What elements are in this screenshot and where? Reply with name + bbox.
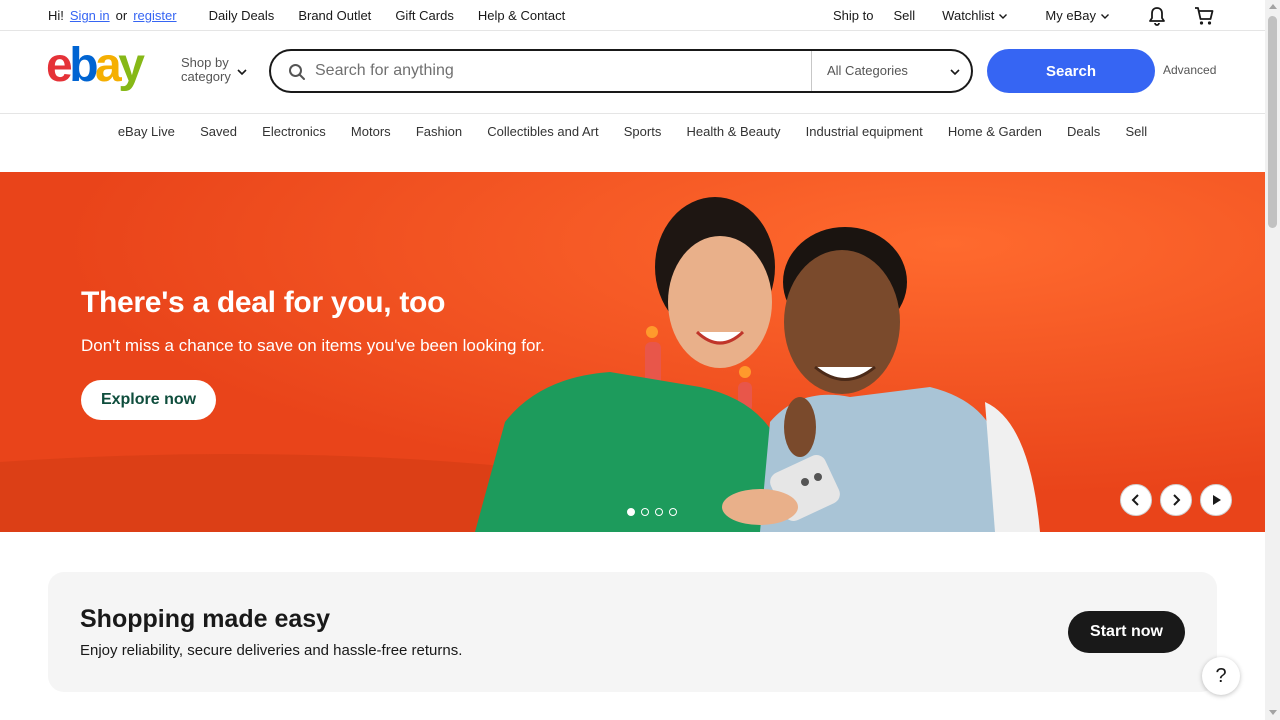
catnav-item-fashion[interactable]: Fashion [416,124,462,139]
greeting-text: Hi! [48,8,64,23]
daily-deals-link[interactable]: Daily Deals [209,8,275,23]
carousel-dot[interactable] [641,508,649,516]
carousel-play-button[interactable] [1200,484,1232,516]
explore-now-button[interactable]: Explore now [81,380,216,420]
bell-icon[interactable] [1146,5,1168,27]
catnav-item-deals[interactable]: Deals [1067,124,1100,139]
chevron-left-icon [1131,494,1139,506]
category-select[interactable]: All Categories [827,63,908,78]
search-bar: All Categories [269,49,973,93]
page-scrollbar[interactable] [1265,0,1280,720]
chevron-down-icon[interactable] [236,66,248,78]
carousel-dots [627,508,677,516]
hero-subtitle: Don't miss a chance to save on items you… [81,336,545,355]
carousel-dot[interactable] [627,508,635,516]
sign-in-link[interactable]: Sign in [70,8,110,23]
top-left-links: Hi! Sign in or register Daily Deals Bran… [48,0,565,31]
scroll-thumb[interactable] [1268,16,1277,228]
search-button[interactable]: Search [987,49,1155,93]
top-utility-bar: Hi! Sign in or register Daily Deals Bran… [0,0,1265,31]
chevron-right-icon [1173,494,1181,506]
carousel-prev-button[interactable] [1120,484,1152,516]
or-text: or [115,8,128,23]
start-now-button[interactable]: Start now [1068,611,1185,653]
catnav-item-saved[interactable]: Saved [200,124,237,139]
advanced-search-link[interactable]: Advanced [1163,63,1216,77]
hero-title: There's a deal for you, too [81,286,446,319]
chevron-down-icon [1101,13,1109,19]
chevron-down-icon[interactable] [949,66,961,78]
shop-by-category-button[interactable]: Shop by category [181,56,231,84]
catnav-item-ebay-live[interactable]: eBay Live [118,124,175,139]
catnav-item-sports[interactable]: Sports [624,124,662,139]
hero-banner[interactable]: There's a deal for you, too Don't miss a… [0,172,1265,532]
my-ebay-label: My eBay [1045,8,1096,23]
watchlist-label: Watchlist [942,8,995,23]
search-input[interactable] [315,57,795,85]
scroll-down-arrow-icon[interactable] [1269,710,1277,715]
top-right-links: Ship to Sell Watchlist My eBay [833,0,1215,31]
carousel-dot[interactable] [669,508,677,516]
top-nav-links: Daily Deals Brand Outlet Gift Cards Help… [209,8,566,23]
category-nav: eBay Live Saved Electronics Motors Fashi… [0,115,1265,148]
watchlist-menu[interactable]: Watchlist [942,8,1008,23]
play-icon [1213,495,1221,505]
shop-by-label: Shop by [181,55,229,70]
catnav-item-electronics[interactable]: Electronics [262,124,326,139]
carousel-dot[interactable] [655,508,663,516]
shopping-made-easy-card: Shopping made easy Enjoy reliability, se… [48,572,1217,692]
help-button[interactable]: ? [1202,657,1240,695]
search-divider [811,51,812,91]
category-label: category [181,69,231,84]
cart-icon[interactable] [1193,5,1215,27]
catnav-item-home-garden[interactable]: Home & Garden [948,124,1042,139]
scroll-up-arrow-icon[interactable] [1269,4,1277,9]
catnav-item-health-beauty[interactable]: Health & Beauty [687,124,781,139]
catnav-item-collectibles[interactable]: Collectibles and Art [487,124,598,139]
svg-text:ebay: ebay [46,41,145,92]
help-icon: ? [1215,664,1227,687]
easy-title: Shopping made easy [80,605,331,633]
carousel-next-button[interactable] [1160,484,1192,516]
chevron-down-icon [999,13,1008,19]
catnav-item-industrial[interactable]: Industrial equipment [806,124,923,139]
register-link[interactable]: register [133,8,176,23]
ebay-logo[interactable]: ebay [46,41,168,93]
help-contact-link[interactable]: Help & Contact [478,8,565,23]
ship-to-link[interactable]: Ship to [833,8,873,23]
search-icon [289,64,305,80]
my-ebay-menu[interactable]: My eBay [1045,8,1110,23]
sell-link[interactable]: Sell [893,8,915,23]
gift-cards-link[interactable]: Gift Cards [395,8,454,23]
easy-subtitle: Enjoy reliability, secure deliveries and… [80,642,463,659]
catnav-item-sell[interactable]: Sell [1125,124,1147,139]
main-header: ebay Shop by category All Categories Sea… [0,31,1265,114]
brand-outlet-link[interactable]: Brand Outlet [298,8,371,23]
catnav-item-motors[interactable]: Motors [351,124,391,139]
